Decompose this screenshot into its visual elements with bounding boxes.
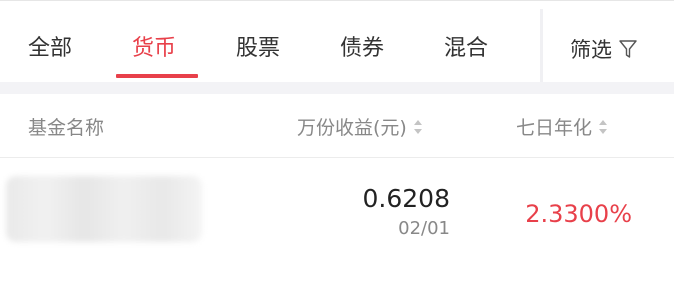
tab-all[interactable]: 全部 [28, 29, 72, 69]
filter-label: 筛选 [570, 38, 612, 62]
active-tab-indicator [116, 74, 198, 78]
tab-stock[interactable]: 股票 [236, 29, 280, 69]
column-fund-name: 基金名称 [28, 117, 105, 139]
table-header: 基金名称 万份收益(元) 七日年化 [0, 94, 674, 158]
per-10k-income-value: 0.6208 [362, 184, 450, 213]
fund-name-redacted [6, 176, 202, 242]
seven-day-annualized-value: 2.3300% [525, 200, 632, 228]
column-per-10k-income-label: 万份收益(元) [297, 117, 407, 139]
filter-button[interactable]: 筛选 [570, 29, 638, 69]
column-seven-day-annualized-label: 七日年化 [516, 117, 593, 139]
sort-updown-icon [413, 119, 422, 134]
per-10k-income-date: 02/01 [398, 218, 450, 239]
sort-updown-icon [599, 119, 608, 134]
tab-bond[interactable]: 债券 [340, 29, 384, 69]
column-per-10k-income[interactable]: 万份收益(元) [297, 113, 423, 140]
column-seven-day-annualized[interactable]: 七日年化 [516, 113, 608, 140]
section-separator [0, 82, 674, 94]
category-tab-bar: 全部 货币 股票 债券 混合 筛选 [0, 0, 674, 83]
funnel-icon [619, 40, 637, 58]
tab-money[interactable]: 货币 [132, 29, 176, 69]
filter-divider [540, 9, 543, 83]
tab-hybrid[interactable]: 混合 [444, 29, 488, 69]
table-row[interactable]: 0.6208 02/01 2.3300% [0, 158, 674, 244]
